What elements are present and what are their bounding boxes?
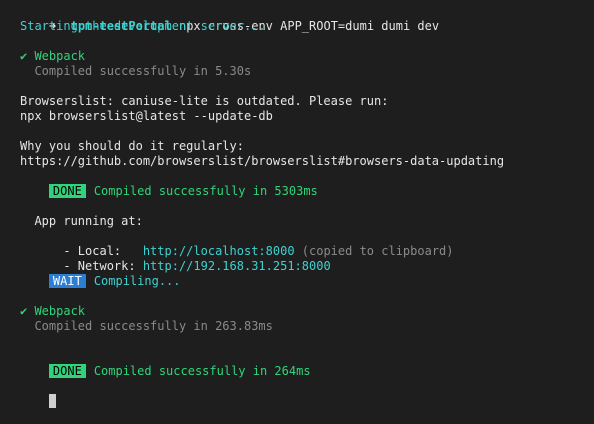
webpack-status-1: ✔ Webpack (20, 49, 86, 63)
app-running-heading: App running at: (20, 214, 143, 228)
terminal-cursor[interactable] (48, 394, 56, 408)
done-line-2: DONE Compiled successfully in 264ms (20, 349, 594, 378)
local-url-link[interactable]: http://localhost:8000 (143, 244, 295, 258)
network-url-link[interactable]: http://192.168.31.251:8000 (143, 259, 331, 273)
browserslist-warning: Browserslist: caniuse-lite is outdated. … (20, 94, 389, 108)
input-line[interactable] (20, 379, 594, 408)
browserslist-why: Why you should do it regularly: (20, 139, 244, 153)
done-message: Compiled successfully in 5303ms (93, 184, 318, 198)
done-line-1: DONE Compiled successfully in 5303ms (20, 169, 594, 198)
browserslist-update-command: npx browserslist@latest --update-db (20, 109, 273, 123)
webpack-compiled-1: Compiled successfully in 5.30s (20, 64, 252, 78)
webpack-compiled-2: Compiled successfully in 263.83ms (20, 319, 273, 333)
terminal-window[interactable]: ➜ tpm-testPortal npx cross-env APP_ROOT=… (0, 0, 594, 408)
done-badge: DONE (48, 364, 86, 378)
network-label: - Network: (48, 259, 143, 273)
clipboard-note: (copied to clipboard) (294, 244, 454, 258)
local-address-line: - Local: http://localhost:8000 (copied t… (20, 229, 594, 258)
local-label: - Local: (48, 244, 143, 258)
done-badge: DONE (48, 184, 86, 198)
wait-message: Compiling... (93, 274, 181, 288)
browserslist-link[interactable]: https://github.com/browserslist/browsers… (20, 154, 594, 169)
webpack-status-2: ✔ Webpack (20, 304, 86, 318)
done-message: Compiled successfully in 264ms (93, 364, 311, 378)
wait-badge: WAIT (48, 274, 86, 288)
prompt-line: ➜ tpm-testPortal npx cross-env APP_ROOT=… (20, 4, 594, 33)
